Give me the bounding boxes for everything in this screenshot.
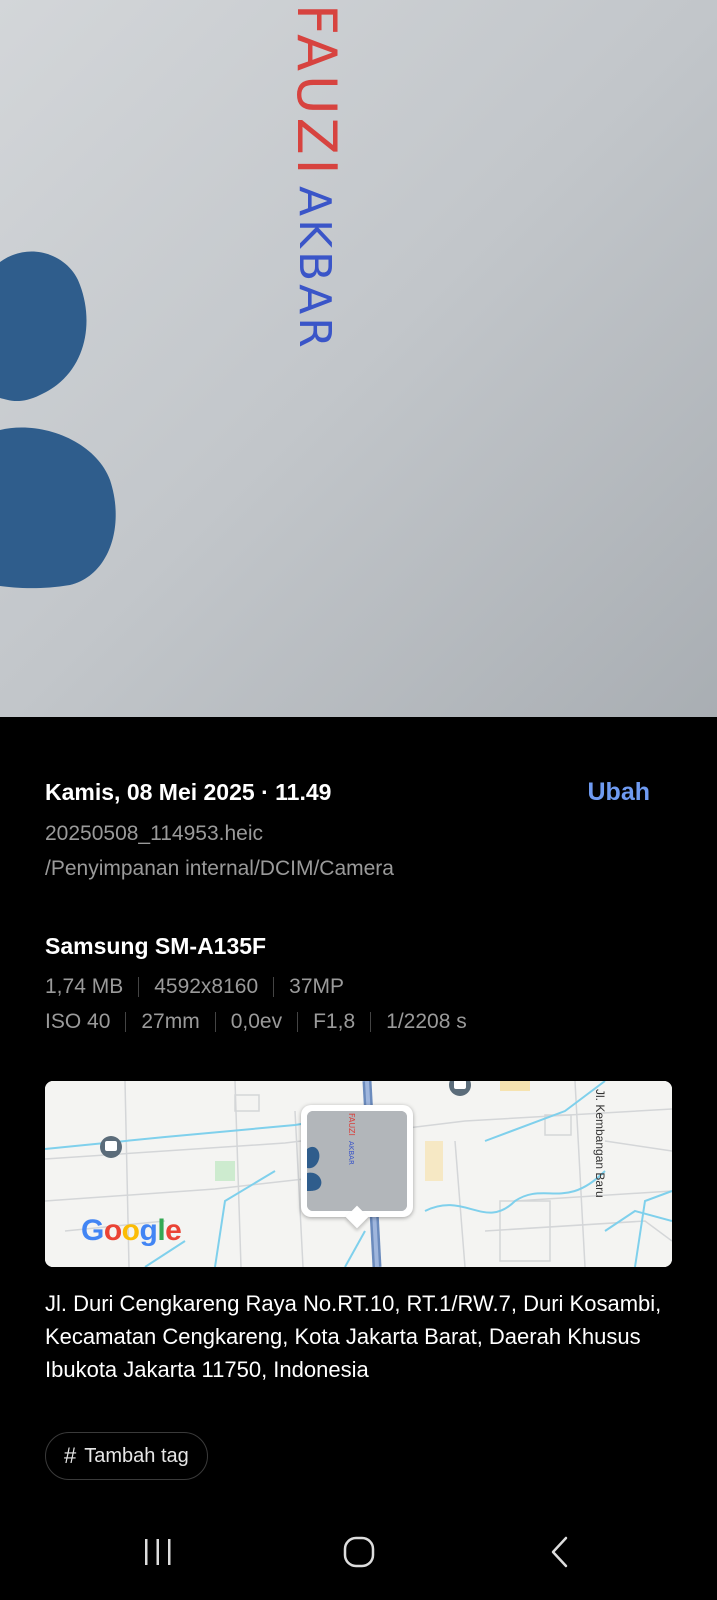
photo-preview[interactable]: FAUZI AKBAR bbox=[0, 0, 717, 717]
exposure-value: 0,0ev bbox=[230, 1010, 283, 1033]
google-logo-letter: l bbox=[157, 1214, 166, 1247]
date-time: Kamis, 08 Mei 2025 · 11.49 bbox=[45, 779, 332, 805]
divider bbox=[125, 1012, 127, 1032]
focal-length: 27mm bbox=[141, 1010, 200, 1033]
date-row: Kamis, 08 Mei 2025 · 11.49 Ubah bbox=[45, 777, 650, 807]
svg-text:FAUZI: FAUZI bbox=[347, 1113, 356, 1136]
divider bbox=[297, 1012, 299, 1032]
device-name: Samsung SM-A135F bbox=[45, 933, 267, 959]
add-tag-label: Tambah tag bbox=[84, 1444, 189, 1467]
photo-image: FAUZI AKBAR bbox=[0, 0, 717, 717]
google-logo-letter: g bbox=[139, 1214, 158, 1247]
google-logo-letter: o bbox=[103, 1214, 122, 1247]
iso: ISO 40 bbox=[45, 1010, 111, 1033]
aperture: F1,8 bbox=[313, 1010, 356, 1033]
marker-thumbnail: FAUZI AKBAR bbox=[307, 1111, 407, 1211]
back-icon[interactable] bbox=[530, 1532, 590, 1572]
add-tag-button[interactable]: # Tambah tag bbox=[45, 1432, 208, 1480]
google-logo: Google bbox=[81, 1213, 182, 1249]
file-specs: 1,74 MB 4592x8160 37MP bbox=[45, 974, 344, 1000]
camera-specs: ISO 40 27mm 0,0ev F1,8 1/2208 s bbox=[45, 1009, 467, 1035]
shutter-speed: 1/2208 s bbox=[386, 1010, 467, 1033]
file-size: 1,74 MB bbox=[45, 975, 124, 998]
google-logo-letter: G bbox=[81, 1214, 104, 1247]
handwriting-blue: AKBAR bbox=[289, 186, 340, 351]
megapixels: 37MP bbox=[289, 975, 345, 998]
navigation-bar bbox=[0, 1500, 717, 1600]
divider bbox=[370, 1012, 372, 1032]
address: Jl. Duri Cengkareng Raya No.RT.10, RT.1/… bbox=[45, 1291, 662, 1382]
divider bbox=[214, 1012, 216, 1032]
resolution: 4592x8160 bbox=[154, 975, 259, 998]
home-icon[interactable] bbox=[329, 1532, 389, 1572]
location-map[interactable]: Jl. Kembangan Baru FAUZI AKBAR Google bbox=[45, 1081, 672, 1267]
details-panel: Kamis, 08 Mei 2025 · 11.49 Ubah 20250508… bbox=[0, 717, 717, 1600]
google-logo-letter: o bbox=[121, 1214, 140, 1247]
google-logo-letter: e bbox=[165, 1214, 182, 1247]
edit-button[interactable]: Ubah bbox=[588, 776, 651, 808]
transit-icon bbox=[100, 1136, 122, 1158]
divider bbox=[138, 977, 140, 997]
file-path: /Penyimpanan internal/DCIM/Camera bbox=[45, 857, 394, 880]
svg-text:AKBAR: AKBAR bbox=[347, 1141, 355, 1165]
photo-location-marker[interactable]: FAUZI AKBAR bbox=[301, 1105, 413, 1217]
file-name: 20250508_114953.heic bbox=[45, 822, 263, 845]
recent-apps-icon[interactable] bbox=[128, 1532, 188, 1572]
hash-icon: # bbox=[64, 1443, 77, 1468]
map-street-label: Jl. Kembangan Baru bbox=[593, 1089, 607, 1198]
divider bbox=[273, 977, 275, 997]
handwriting-red: FAUZI bbox=[285, 4, 348, 179]
